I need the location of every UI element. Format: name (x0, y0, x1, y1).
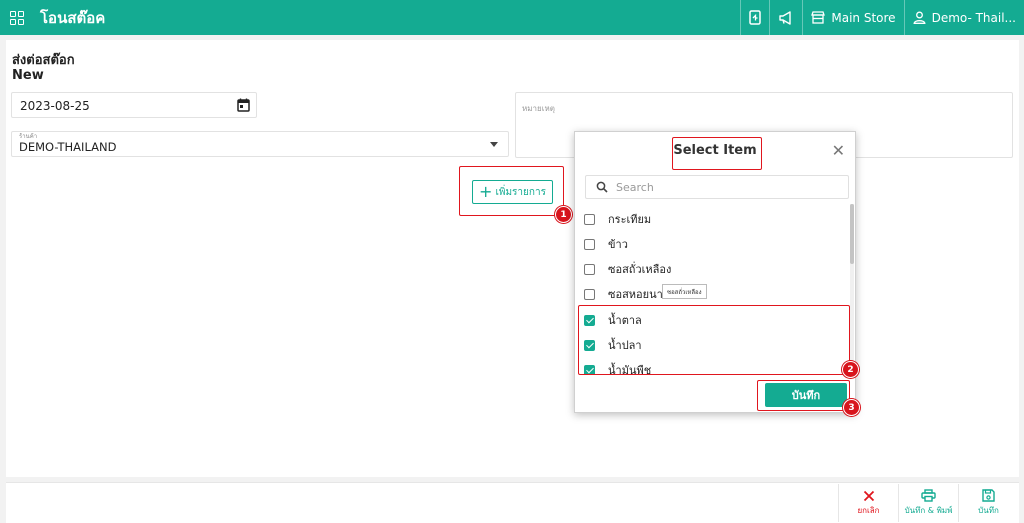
close-icon (863, 490, 874, 501)
store-name: Main Store (831, 10, 896, 25)
announcement-button[interactable] (769, 0, 802, 35)
store-select[interactable]: ร้านค้า DEMO-THAILAND (11, 131, 509, 157)
store-selector[interactable]: Main Store (802, 0, 903, 35)
close-icon[interactable]: ✕ (832, 141, 845, 160)
annotation-badge-1: 1 (555, 206, 572, 223)
list-item[interactable]: ซอสถั่วเหลือง (584, 259, 671, 279)
item-label: ซอสหอยนา (608, 288, 663, 301)
app-title: โอนสต๊อค (40, 8, 106, 27)
printer-icon (921, 489, 936, 502)
list-scrollbar[interactable] (850, 204, 854, 374)
annotation-badge-3: 3 (843, 399, 860, 416)
calendar-icon[interactable] (237, 98, 250, 112)
checkbox[interactable] (584, 288, 595, 300)
apps-grid-icon[interactable] (10, 10, 24, 25)
user-menu[interactable]: Demo- Thail... (903, 0, 1024, 35)
item-label: ซอสถั่วเหลือง (608, 263, 672, 276)
top-bar: โอนสต๊อค Main Store Demo- Thail... (0, 0, 1024, 35)
save-print-label: บันทึก & พิมพ์ (904, 506, 953, 515)
item-label: ข้าว (608, 238, 628, 251)
store-icon (811, 11, 826, 24)
item-label: กระเทียม (608, 213, 652, 226)
main-card: ส่งต่อสต๊อก New 2023-08-25 ร้านค้า DEMO-… (6, 40, 1019, 477)
cancel-label: ยกเลิก (857, 505, 880, 515)
document-status: New (12, 68, 44, 83)
user-icon (913, 11, 926, 24)
mobile-transfer-button[interactable] (740, 0, 769, 35)
user-name: Demo- Thail... (931, 10, 1016, 25)
save-print-button[interactable]: บันทึก & พิมพ์ (898, 484, 958, 522)
save-label: บันทึก (978, 506, 999, 515)
annotation-box-2 (578, 305, 850, 375)
note-field-label: หมายเหตุ (522, 104, 555, 113)
date-value: 2023-08-25 (20, 99, 90, 113)
scrollbar-thumb[interactable] (850, 204, 854, 264)
cancel-button[interactable]: ยกเลิก (838, 484, 898, 522)
save-button[interactable]: บันทึก (958, 484, 1018, 522)
annotation-badge-2: 2 (842, 361, 859, 378)
date-field[interactable]: 2023-08-25 (11, 92, 257, 118)
page-title: ส่งต่อสต๊อก (12, 53, 75, 68)
annotation-box-1 (459, 166, 564, 216)
annotation-box-3 (757, 380, 850, 411)
top-bar-actions: Main Store Demo- Thail... (740, 0, 1024, 35)
store-field-value: DEMO-THAILAND (19, 140, 117, 154)
list-item[interactable]: ซอสหอยนา (584, 284, 663, 304)
chevron-down-icon (490, 142, 498, 147)
megaphone-icon (779, 10, 792, 25)
floppy-disk-icon (982, 489, 995, 502)
list-item[interactable]: ข้าว (584, 234, 628, 254)
search-input[interactable] (616, 179, 836, 195)
search-box (585, 175, 849, 199)
list-item[interactable]: กระเทียม (584, 209, 651, 229)
phone-transfer-icon (749, 10, 762, 25)
item-tooltip: ซอสถั่วเหลือง (662, 284, 707, 299)
bottom-action-bar: ยกเลิก บันทึก & พิมพ์ บันทึก (6, 482, 1019, 523)
checkbox[interactable] (584, 238, 595, 250)
annotation-box-title (672, 137, 762, 170)
search-icon (596, 181, 608, 193)
checkbox[interactable] (584, 263, 595, 275)
checkbox[interactable] (584, 213, 595, 225)
